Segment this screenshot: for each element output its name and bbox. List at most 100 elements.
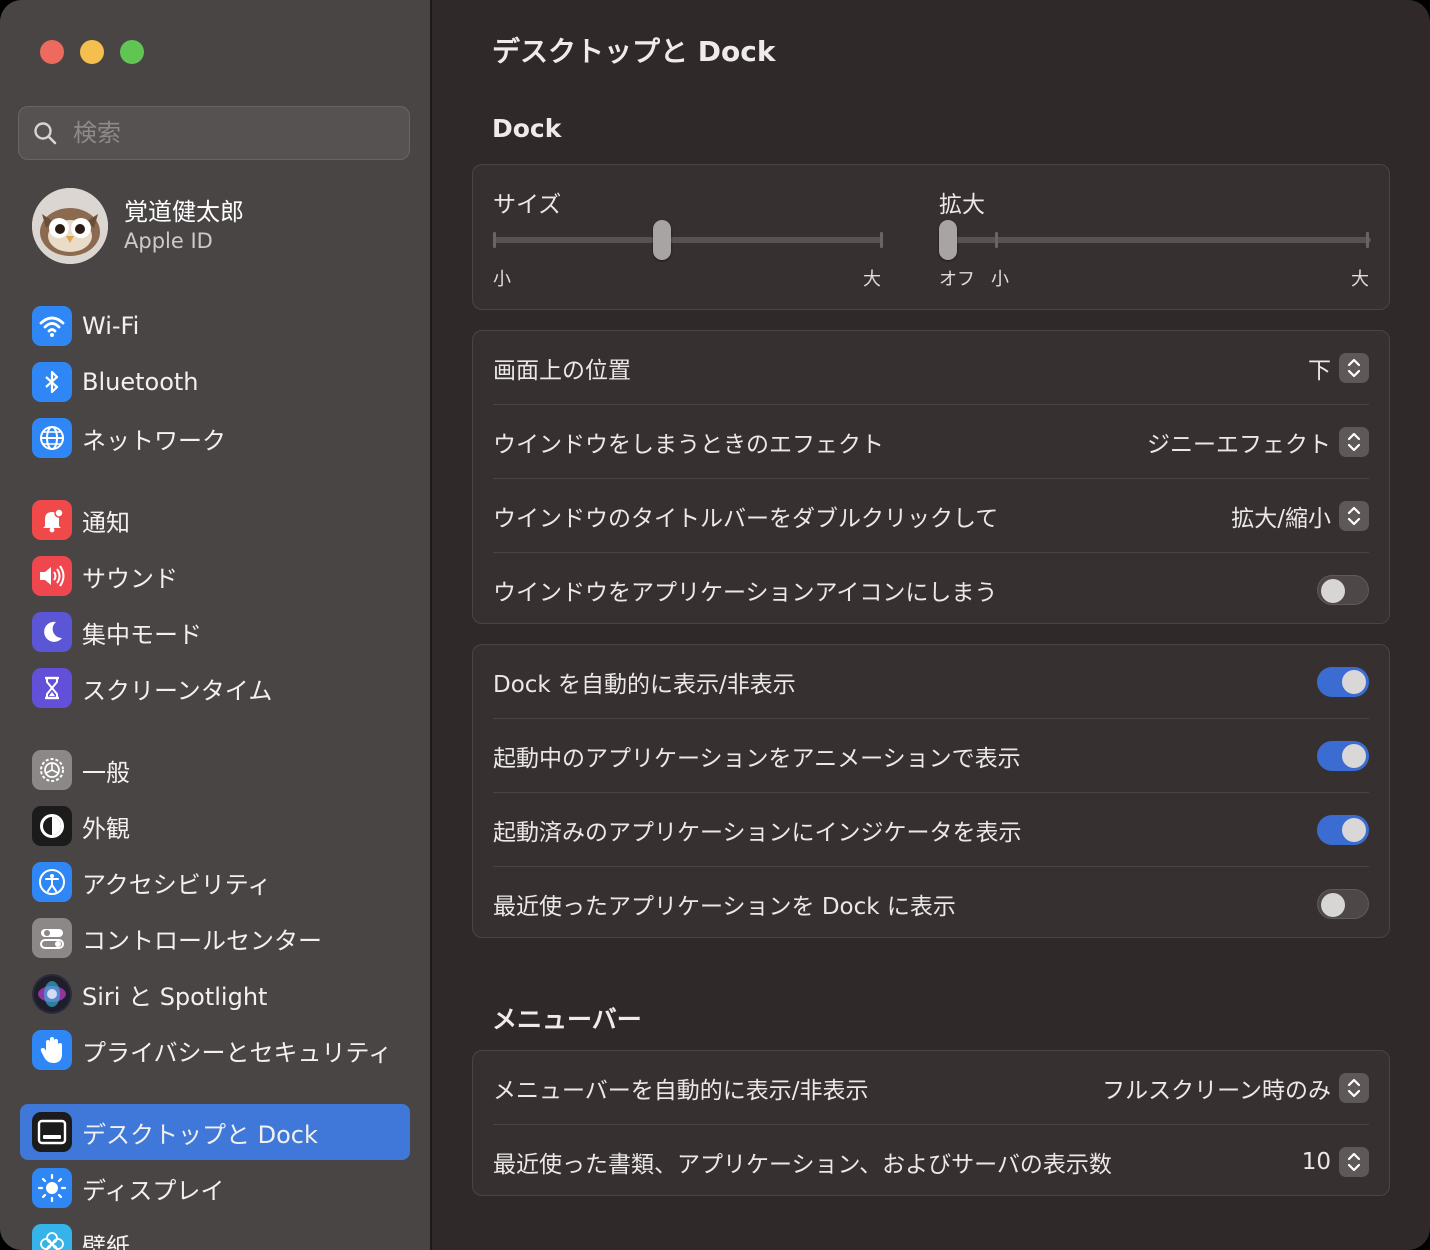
- magnify-max-label: 大: [1351, 269, 1369, 290]
- search-icon: [34, 122, 57, 145]
- sidebar-item-screen-time[interactable]: スクリーンタイム: [20, 660, 410, 716]
- animate-opening-toggle[interactable]: [1317, 741, 1369, 771]
- sidebar-item-privacy-security[interactable]: プライバシーとセキュリティ: [20, 1022, 410, 1078]
- bell-icon: [32, 500, 72, 540]
- sidebar-item-label: サウンド: [82, 564, 178, 593]
- recent-items-count-select[interactable]: 10: [1302, 1147, 1369, 1177]
- sidebar-item-label: アクセシビリティ: [82, 870, 272, 899]
- sidebar-item-label: スクリーンタイム: [82, 676, 273, 705]
- search-field[interactable]: [18, 106, 410, 160]
- wallpaper-icon: [32, 1224, 72, 1250]
- minimize-effect-select[interactable]: ジニーエフェクト: [1147, 425, 1369, 459]
- sidebar-item-siri-spotlight[interactable]: Siri と Spotlight: [20, 966, 410, 1022]
- magnify-slider-track[interactable]: [939, 237, 1371, 243]
- select-value: 下: [1308, 358, 1331, 384]
- sidebar-item-label: ネットワーク: [82, 426, 226, 455]
- sidebar-item-appearance[interactable]: 外観: [20, 798, 410, 854]
- sidebar-item-sound[interactable]: サウンド: [20, 548, 410, 604]
- row-label: メニューバーを自動的に表示/非表示: [493, 1078, 869, 1104]
- title-bar-doubleclick-row: ウインドウのタイトルバーをダブルクリックして 拡大/縮小: [493, 479, 1369, 553]
- row-label: 最近使ったアプリケーションを Dock に表示: [493, 894, 956, 920]
- auto-hide-menubar-row: メニューバーを自動的に表示/非表示 フルスクリーン時のみ: [493, 1051, 1369, 1125]
- sidebar-item-label: ディスプレイ: [82, 1176, 225, 1205]
- sidebar-item-label: プライバシーとセキュリティ: [82, 1038, 393, 1067]
- slider-tick: [880, 232, 883, 248]
- magnify-slider-thumb[interactable]: [939, 220, 957, 260]
- sidebar-item-network[interactable]: ネットワーク: [20, 410, 410, 466]
- updown-chevron-icon: [1339, 501, 1369, 531]
- sidebar-item-control-center[interactable]: コントロールセンター: [20, 910, 410, 966]
- size-min-label: 小: [493, 269, 511, 290]
- size-max-label: 大: [863, 269, 881, 290]
- dock-icon: [32, 1112, 72, 1152]
- auto-hide-dock-row: Dock を自動的に表示/非表示: [493, 645, 1369, 719]
- sidebar-item-label: 一般: [82, 758, 130, 787]
- close-button[interactable]: [40, 40, 64, 64]
- title-bar-doubleclick-select[interactable]: 拡大/縮小: [1231, 499, 1369, 533]
- row-label: ウインドウをアプリケーションアイコンにしまう: [493, 580, 998, 606]
- updown-chevron-icon: [1339, 353, 1369, 383]
- sun-icon: [32, 1168, 72, 1208]
- minimize-effect-row: ウインドウをしまうときのエフェクト ジニーエフェクト: [493, 405, 1369, 479]
- speaker-icon: [32, 556, 72, 596]
- select-value: 拡大/縮小: [1231, 506, 1331, 532]
- sidebar-item-notifications[interactable]: 通知: [20, 492, 410, 548]
- select-value: ジニーエフェクト: [1147, 432, 1331, 458]
- sidebar-item-bluetooth[interactable]: Bluetooth: [20, 354, 410, 410]
- profile-subtitle: Apple ID: [124, 229, 213, 253]
- magnify-slider-label: 拡大: [939, 192, 985, 218]
- magnify-min-label: 小: [991, 269, 1009, 290]
- magnify-off-label: オフ: [939, 269, 975, 290]
- row-label: ウインドウをしまうときのエフェクト: [493, 432, 884, 458]
- row-label: 起動済みのアプリケーションにインジケータを表示: [493, 820, 1022, 846]
- screen-position-select[interactable]: 下: [1308, 351, 1369, 385]
- updown-chevron-icon: [1339, 427, 1369, 457]
- sidebar-item-label: 壁紙: [82, 1232, 130, 1250]
- size-slider-thumb[interactable]: [652, 220, 671, 260]
- sidebar-item-label: Siri と Spotlight: [82, 982, 268, 1011]
- sidebar-item-label: Wi-Fi: [82, 312, 140, 340]
- show-recent-apps-toggle[interactable]: [1317, 889, 1369, 919]
- size-slider-track[interactable]: [493, 237, 883, 243]
- toggle-knob: [1321, 579, 1345, 603]
- section-title-dock: Dock: [492, 114, 562, 143]
- sidebar-item-accessibility[interactable]: アクセシビリティ: [20, 854, 410, 910]
- animate-opening-row: 起動中のアプリケーションをアニメーションで表示: [493, 719, 1369, 793]
- row-label: 最近使った書類、アプリケーション、およびサーバの表示数: [493, 1152, 1112, 1178]
- sidebar-item-wifi[interactable]: Wi-Fi: [20, 298, 410, 354]
- minimize-button[interactable]: [80, 40, 104, 64]
- slider-tick: [1366, 232, 1369, 248]
- apple-id-profile[interactable]: 覚道健太郎 Apple ID: [32, 188, 244, 264]
- sidebar-item-general[interactable]: 一般: [20, 742, 410, 798]
- sidebar-item-desktop-dock[interactable]: デスクトップと Dock: [20, 1104, 410, 1160]
- search-input[interactable]: [71, 118, 375, 148]
- section-title-menubar: メニューバー: [492, 1005, 642, 1034]
- sidebar-item-focus[interactable]: 集中モード: [20, 604, 410, 660]
- avatar: [32, 188, 108, 264]
- size-slider-label: サイズ: [493, 192, 562, 218]
- slider-tick: [995, 232, 998, 248]
- sidebar-item-displays[interactable]: ディスプレイ: [20, 1160, 410, 1216]
- minimize-into-icon-toggle[interactable]: [1317, 575, 1369, 605]
- recent-items-count-row: 最近使った書類、アプリケーション、およびサーバの表示数 10: [493, 1125, 1369, 1199]
- updown-chevron-icon: [1339, 1073, 1369, 1103]
- show-indicators-toggle[interactable]: [1317, 815, 1369, 845]
- show-recent-apps-row: 最近使ったアプリケーションを Dock に表示: [493, 867, 1369, 941]
- sidebar-item-label: 通知: [82, 508, 130, 537]
- row-label: 起動中のアプリケーションをアニメーションで表示: [493, 746, 1021, 772]
- row-label: ウインドウのタイトルバーをダブルクリックして: [493, 506, 999, 532]
- select-value: 10: [1301, 1149, 1331, 1175]
- globe-icon: [32, 418, 72, 458]
- auto-hide-dock-toggle[interactable]: [1317, 667, 1369, 697]
- menubar-group: メニューバーを自動的に表示/非表示 フルスクリーン時のみ 最近使った書類、アプリ…: [472, 1050, 1390, 1196]
- owl-avatar-icon: [32, 188, 108, 264]
- sidebar: 覚道健太郎 Apple ID Wi-Fi Bluetooth ネットワーク: [0, 0, 432, 1250]
- gear-icon: [32, 750, 72, 790]
- row-label: Dock を自動的に表示/非表示: [493, 672, 796, 698]
- zoom-button[interactable]: [120, 40, 144, 64]
- auto-hide-menubar-select[interactable]: フルスクリーン時のみ: [1102, 1071, 1369, 1105]
- sidebar-item-wallpaper[interactable]: 壁紙: [20, 1216, 410, 1250]
- moon-icon: [32, 612, 72, 652]
- siri-icon: [32, 974, 72, 1014]
- toggle-knob: [1342, 744, 1366, 768]
